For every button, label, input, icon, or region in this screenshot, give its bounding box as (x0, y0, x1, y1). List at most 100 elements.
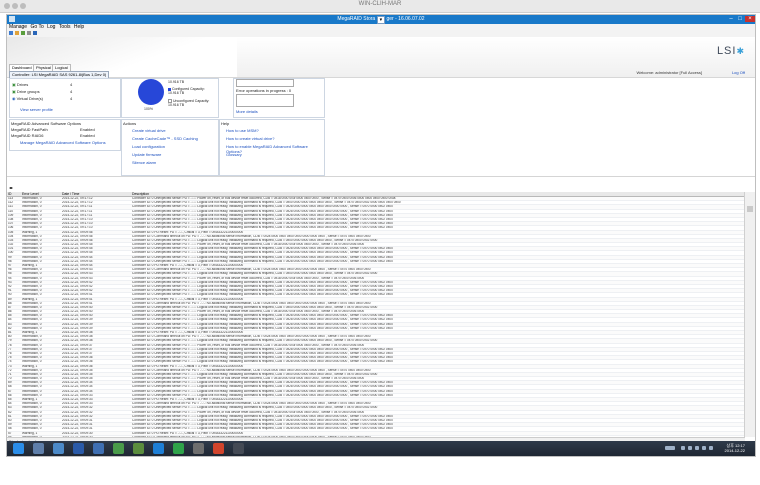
log-cell-id: 85 (8, 314, 12, 318)
taskbar-clock[interactable]: 상후 12:17 2014-12-22 (725, 443, 745, 453)
computer-icon[interactable] (93, 443, 104, 454)
powershell-icon[interactable] (73, 443, 84, 454)
log-cell-date: 2014-12-22, 09:09:35 (62, 372, 93, 376)
log-header-date[interactable]: Date / Time (62, 192, 132, 196)
tab-dashboard[interactable]: Dashboard (9, 64, 35, 71)
logoff-link[interactable]: Log Off (732, 70, 745, 75)
create-virtual-drive-link[interactable]: Create virtual drive (132, 128, 166, 133)
log-cell-date: 2014-12-22, 09:09:33 (62, 402, 93, 406)
server-manager-icon[interactable] (53, 443, 64, 454)
update-firmware-link[interactable]: Update firmware (132, 152, 161, 157)
log-cell-level: Warning, 1 (22, 331, 38, 334)
total-capacity: 10.916 TB (168, 80, 185, 84)
log-cell-desc: Controller ID: 0 Unexpected sense: PD = … (132, 259, 393, 263)
log-cell-level: Information, 0 (22, 234, 42, 238)
log-cell-level: Information, 0 (22, 360, 42, 364)
log-cell-id: 84 (8, 318, 12, 322)
folder-icon[interactable] (33, 443, 44, 454)
properties-icon[interactable] (15, 31, 19, 35)
log-cell-date: 2014-12-22, 09:09:38 (62, 335, 93, 339)
log-cell-id: 107 (8, 222, 14, 226)
log-cell-level: Warning, 1 (22, 431, 38, 435)
log-vertical-scrollbar[interactable] (744, 192, 755, 437)
log-header-description[interactable]: Description (132, 192, 745, 196)
log-pane-handle[interactable]: ◂▸ (9, 185, 13, 190)
windows-taskbar: 상후 12:17 2014-12-22 (7, 441, 755, 456)
minimize-icon[interactable]: – (727, 16, 735, 22)
lsi-logo-text: LSI (716, 45, 737, 57)
silence-alarm-link[interactable]: Silence alarm (132, 160, 156, 165)
log-cell-date: 2014-12-22, 09:09:45 (62, 243, 93, 247)
help-icon[interactable] (33, 31, 37, 35)
help-link-glossary[interactable]: Glossary (226, 152, 242, 157)
tools-icon[interactable] (133, 443, 144, 454)
log-cell-id: 61 (8, 414, 12, 418)
load-configuration-link[interactable]: Load configuration (132, 144, 165, 149)
log-header-id[interactable]: ID (7, 192, 22, 196)
flag-icon[interactable] (681, 446, 685, 450)
legend-configured-text: Configured Capacity: 10.916 TB (168, 87, 205, 95)
log-cell-desc: Controller ID: 0 PD Reset: PD = -:-:-, C… (132, 398, 244, 401)
log-cell-date: 2014-12-22, 09:17:10 (62, 217, 93, 221)
manage-software-options-link[interactable]: Manage MegaRAID Advanced Software Option… (20, 140, 106, 145)
settings-icon[interactable] (27, 31, 31, 35)
log-cell-date: 2014-12-22, 09:09:32 (62, 406, 93, 410)
log-cell-id: 101 (8, 247, 14, 251)
tab-physical[interactable]: Physical (33, 64, 54, 71)
log-cell-date: 2014-12-22, 09:09:38 (62, 331, 93, 334)
log-cell-id: 68 (8, 385, 12, 389)
log-cell-level: Information, 0 (22, 322, 42, 326)
network-icon[interactable] (113, 443, 124, 454)
log-cell-id: 66 (8, 393, 12, 397)
log-cell-id: 111 (8, 205, 13, 209)
network-tray-icon[interactable] (688, 446, 692, 450)
log-cell-level: Information, 0 (22, 414, 42, 418)
close-icon[interactable]: × (745, 16, 755, 22)
log-cell-date: 2014-12-22, 09:09:45 (62, 251, 93, 255)
log-cell-id: 104 (8, 234, 14, 238)
log-cell-id: 99 (8, 255, 12, 259)
view-server-profile-link[interactable]: View server profile (20, 107, 53, 112)
create-cachecade-link[interactable]: Create CacheCade™ - SSD Caching (132, 136, 198, 141)
log-cell-desc: Controller ID: 0 Unexpected sense: PD = … (132, 343, 365, 347)
log-cell-date: 2014-12-22, 09:09:36 (62, 360, 93, 364)
language-icon[interactable] (702, 446, 706, 450)
log-cell-id: 91 (8, 289, 12, 293)
volume-icon[interactable] (695, 446, 699, 450)
log-cell-desc: Controller ID: 0 Unexpected sense: PD = … (132, 414, 393, 418)
window-title-suffix: ger - 16.06.07.02 (386, 16, 425, 22)
log-cell-id: 63 (8, 406, 12, 410)
help-link-use-msm[interactable]: How to use MSM? (226, 128, 259, 133)
scan-icon[interactable] (21, 31, 25, 35)
tab-logical[interactable]: Logical (52, 64, 71, 71)
actions-title: Actions (123, 121, 137, 126)
pie-percent-label: 100% (144, 107, 153, 111)
refresh-icon[interactable] (9, 31, 13, 35)
ime-icon[interactable] (709, 446, 713, 450)
log-cell-level: Information, 0 (22, 251, 42, 255)
log-cell-date: 2014-12-22, 09:09:36 (62, 356, 93, 360)
log-cell-desc: Controller ID: 0 Unexpected sense: PD = … (132, 377, 365, 381)
megaraid-taskbar-icon[interactable] (213, 443, 224, 454)
drive-icon: ▣ (12, 82, 16, 87)
log-cell-desc: Controller ID: 0 Unexpected sense: PD = … (132, 209, 393, 213)
app-icon-dark[interactable] (233, 443, 244, 454)
ie-icon[interactable] (153, 443, 164, 454)
log-cell-id: 73 (8, 364, 12, 368)
scrollbar-thumb[interactable] (747, 206, 753, 212)
log-cell-desc: Controller ID: 0 PD Reset: PD = -:-:-, C… (132, 331, 244, 334)
ops-box (236, 79, 294, 87)
maximize-icon[interactable]: □ (736, 16, 744, 22)
start-icon[interactable] (13, 443, 24, 454)
event-log-table: ID Error Level Date / Time Description 1… (7, 192, 745, 437)
keyboard-icon[interactable] (665, 446, 675, 450)
log-cell-level: Information, 0 (22, 201, 42, 205)
more-details-link[interactable]: More details (236, 109, 258, 114)
help-link-create-vd[interactable]: How to create virtual drive? (226, 136, 274, 141)
server-dropdown[interactable]: ▾ (376, 16, 386, 24)
app-icon-gray[interactable] (193, 443, 204, 454)
app-icon-green[interactable] (173, 443, 184, 454)
log-header-level[interactable]: Error Level (22, 192, 62, 196)
log-cell-id: 96 (8, 268, 12, 272)
summary-row-drive-groups: ▣ Drive groups (12, 89, 40, 94)
